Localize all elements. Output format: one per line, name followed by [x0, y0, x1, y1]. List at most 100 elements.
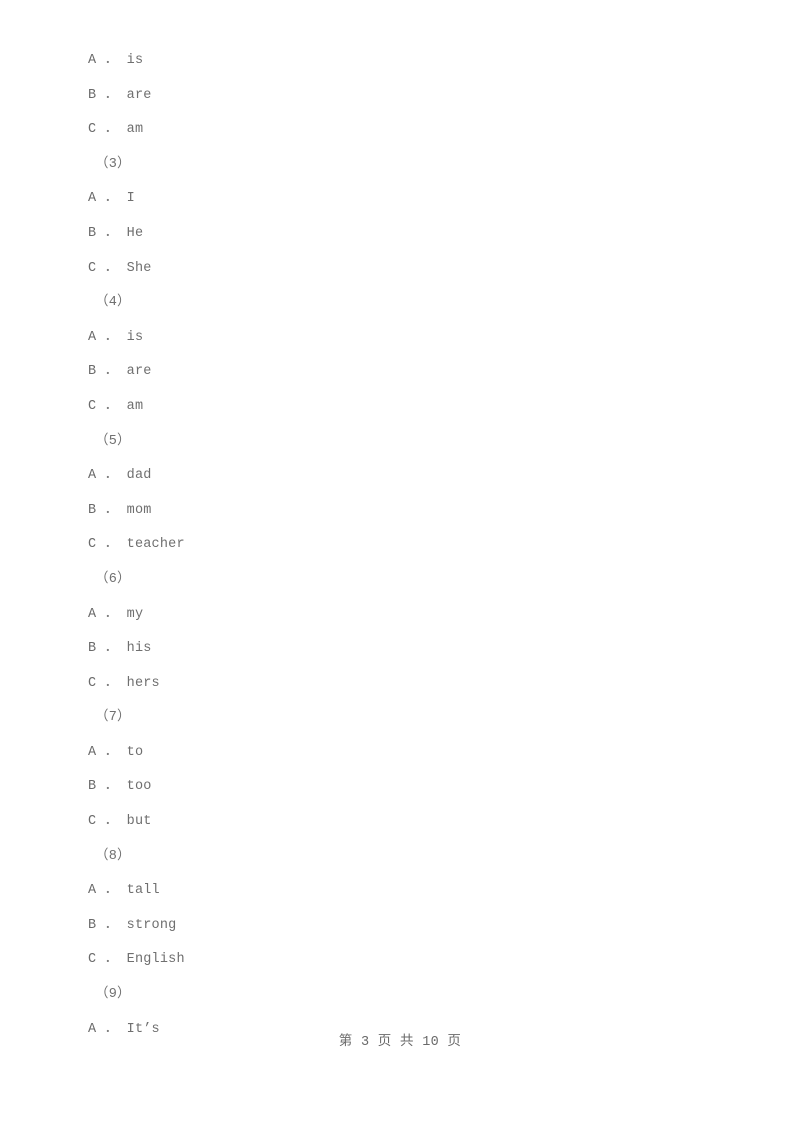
- question-number-label: （6）: [95, 571, 131, 587]
- option-letter: B: [88, 917, 97, 933]
- answer-option: C ． She: [88, 252, 728, 287]
- option-separator: ．: [104, 225, 119, 241]
- question-number: （8）: [88, 840, 728, 875]
- question-number: （9）: [88, 978, 728, 1013]
- option-separator: ．: [104, 502, 119, 518]
- option-separator: ．: [104, 53, 119, 68]
- answer-option: A ． my: [88, 598, 728, 633]
- option-letter: A: [88, 191, 97, 207]
- option-separator: ．: [104, 87, 119, 103]
- option-separator: ．: [104, 191, 119, 207]
- option-text: his: [126, 641, 152, 657]
- option-letter: A: [88, 606, 97, 622]
- question-number: （7）: [88, 701, 728, 736]
- answer-option: B ． mom: [88, 494, 728, 529]
- question-number: （3）: [88, 148, 728, 183]
- answer-option: B ． his: [88, 632, 728, 667]
- option-letter: C: [88, 537, 97, 553]
- answer-option: B ． strong: [88, 909, 728, 944]
- option-text: mom: [126, 502, 152, 518]
- question-number-label: （4）: [95, 295, 131, 311]
- question-number: （5）: [88, 425, 728, 460]
- option-text: but: [126, 814, 152, 830]
- option-separator: ．: [104, 883, 119, 899]
- option-separator: ．: [104, 917, 119, 933]
- option-text: English: [126, 952, 185, 968]
- option-text: strong: [126, 917, 177, 933]
- option-text: dad: [126, 468, 152, 484]
- option-text: He: [126, 225, 144, 241]
- answer-option: A ． dad: [88, 459, 728, 494]
- question-number: （4）: [88, 286, 728, 321]
- option-letter: A: [88, 468, 97, 484]
- option-text: hers: [126, 675, 160, 691]
- option-separator: ．: [104, 260, 119, 276]
- question-number-label: （5）: [95, 433, 131, 449]
- option-separator: ．: [104, 329, 119, 345]
- option-text: am: [126, 398, 144, 414]
- option-letter: C: [88, 398, 97, 414]
- option-letter: C: [88, 814, 97, 830]
- answer-option: A ． is: [88, 321, 728, 356]
- answer-option: A ． is: [88, 44, 728, 79]
- answer-option: C ． am: [88, 390, 728, 425]
- question-number-label: （3）: [95, 156, 131, 172]
- answer-option: A ． to: [88, 736, 728, 771]
- option-letter: C: [88, 952, 97, 968]
- option-letter: B: [88, 87, 97, 103]
- answer-option: A ． I: [88, 182, 728, 217]
- option-letter: B: [88, 502, 97, 518]
- answer-option: B ． are: [88, 79, 728, 114]
- option-text: tall: [126, 883, 160, 899]
- answer-option: C ． hers: [88, 667, 728, 702]
- question-number-label: （7）: [95, 710, 131, 726]
- answer-option: C ． am: [88, 113, 728, 148]
- option-letter: C: [88, 675, 97, 691]
- option-text: teacher: [126, 537, 185, 553]
- question-options-list: A ． is B ． are C ． am （3） A ． IB ． He C ． She…: [88, 44, 728, 1047]
- option-separator: ．: [104, 398, 119, 414]
- option-separator: ．: [104, 122, 119, 138]
- option-separator: ．: [104, 468, 119, 484]
- answer-option: C ． English: [88, 943, 728, 978]
- option-letter: A: [88, 883, 97, 899]
- option-letter: B: [88, 641, 97, 657]
- option-letter: C: [88, 260, 97, 276]
- question-number-label: （9）: [95, 987, 131, 1003]
- option-letter: A: [88, 744, 97, 760]
- answer-option: C ． teacher: [88, 528, 728, 563]
- answer-option: C ． but: [88, 805, 728, 840]
- page-footer: 第 3 页 共 10 页: [338, 1035, 462, 1050]
- document-page: A ． is B ． are C ． am （3） A ． IB ． He C ． She…: [0, 0, 800, 1132]
- option-separator: ．: [104, 606, 119, 622]
- option-letter: A: [88, 53, 97, 68]
- option-text: too: [126, 779, 152, 795]
- option-letter: A: [88, 329, 97, 345]
- option-text: I: [126, 191, 135, 207]
- question-number: （6）: [88, 563, 728, 598]
- question-number-label: （8）: [95, 848, 131, 864]
- option-separator: ．: [104, 744, 119, 760]
- answer-option: B ． too: [88, 770, 728, 805]
- option-text: are: [126, 87, 152, 103]
- option-letter: C: [88, 122, 97, 138]
- option-separator: ．: [104, 364, 119, 380]
- option-text: is: [126, 329, 144, 345]
- option-text: am: [126, 122, 144, 138]
- option-text: is: [126, 53, 144, 68]
- option-text: She: [126, 260, 152, 276]
- option-letter: B: [88, 779, 97, 795]
- option-separator: ．: [104, 537, 119, 553]
- option-text: are: [126, 364, 152, 380]
- option-text: to: [126, 744, 144, 760]
- option-letter: B: [88, 364, 97, 380]
- answer-option: B ． are: [88, 355, 728, 390]
- option-separator: ．: [104, 641, 119, 657]
- answer-option: A ． tall: [88, 874, 728, 909]
- option-text: my: [126, 606, 144, 622]
- answer-option: B ． He: [88, 217, 728, 252]
- option-separator: ．: [104, 779, 119, 795]
- option-separator: ．: [104, 675, 119, 691]
- option-letter: B: [88, 225, 97, 241]
- option-separator: ．: [104, 814, 119, 830]
